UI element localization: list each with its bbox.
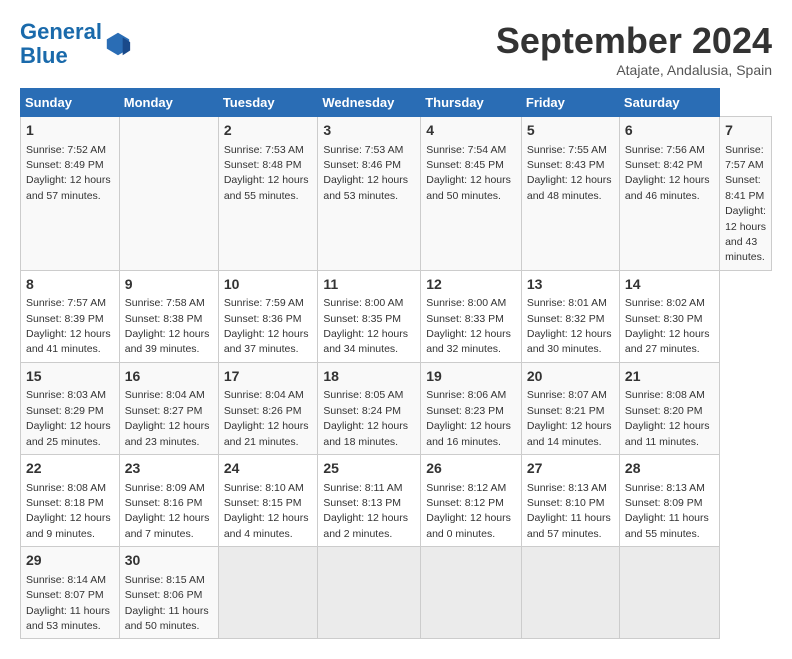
table-row: 20Sunrise: 8:07 AMSunset: 8:21 PMDayligh… <box>521 362 619 454</box>
table-row: 15Sunrise: 8:03 AMSunset: 8:29 PMDayligh… <box>21 362 120 454</box>
table-row: 12Sunrise: 8:00 AMSunset: 8:33 PMDayligh… <box>421 270 522 362</box>
col-friday: Friday <box>521 89 619 117</box>
table-row <box>218 547 318 639</box>
table-row <box>421 547 522 639</box>
col-sunday: Sunday <box>21 89 120 117</box>
table-row: 8Sunrise: 7:57 AMSunset: 8:39 PMDaylight… <box>21 270 120 362</box>
table-row: 19Sunrise: 8:06 AMSunset: 8:23 PMDayligh… <box>421 362 522 454</box>
table-row: 23Sunrise: 8:09 AMSunset: 8:16 PMDayligh… <box>119 455 218 547</box>
table-row <box>619 547 719 639</box>
table-row: 22Sunrise: 8:08 AMSunset: 8:18 PMDayligh… <box>21 455 120 547</box>
location-subtitle: Atajate, Andalusia, Spain <box>496 62 772 78</box>
col-monday: Monday <box>119 89 218 117</box>
calendar-table: Sunday Monday Tuesday Wednesday Thursday… <box>20 88 772 639</box>
calendar-row-5: 29Sunrise: 8:14 AMSunset: 8:07 PMDayligh… <box>21 547 772 639</box>
table-row: 25Sunrise: 8:11 AMSunset: 8:13 PMDayligh… <box>318 455 421 547</box>
col-wednesday: Wednesday <box>318 89 421 117</box>
calendar-row-4: 22Sunrise: 8:08 AMSunset: 8:18 PMDayligh… <box>21 455 772 547</box>
table-row <box>119 117 218 271</box>
table-row: 30Sunrise: 8:15 AMSunset: 8:06 PMDayligh… <box>119 547 218 639</box>
col-saturday: Saturday <box>619 89 719 117</box>
calendar-row-1: 1Sunrise: 7:52 AMSunset: 8:49 PMDaylight… <box>21 117 772 271</box>
table-row: 6Sunrise: 7:56 AMSunset: 8:42 PMDaylight… <box>619 117 719 271</box>
logo-icon <box>104 30 132 58</box>
table-row <box>318 547 421 639</box>
calendar-row-2: 8Sunrise: 7:57 AMSunset: 8:39 PMDaylight… <box>21 270 772 362</box>
table-row: 7Sunrise: 7:57 AMSunset: 8:41 PMDaylight… <box>720 117 772 271</box>
table-row: 26Sunrise: 8:12 AMSunset: 8:12 PMDayligh… <box>421 455 522 547</box>
table-row: 17Sunrise: 8:04 AMSunset: 8:26 PMDayligh… <box>218 362 318 454</box>
table-row <box>521 547 619 639</box>
logo-text: GeneralBlue <box>20 20 102 68</box>
table-row: 14Sunrise: 8:02 AMSunset: 8:30 PMDayligh… <box>619 270 719 362</box>
table-row: 3Sunrise: 7:53 AMSunset: 8:46 PMDaylight… <box>318 117 421 271</box>
table-row: 10Sunrise: 7:59 AMSunset: 8:36 PMDayligh… <box>218 270 318 362</box>
calendar-header-row: Sunday Monday Tuesday Wednesday Thursday… <box>21 89 772 117</box>
table-row: 16Sunrise: 8:04 AMSunset: 8:27 PMDayligh… <box>119 362 218 454</box>
table-row: 29Sunrise: 8:14 AMSunset: 8:07 PMDayligh… <box>21 547 120 639</box>
title-block: September 2024 Atajate, Andalusia, Spain <box>496 20 772 78</box>
table-row: 21Sunrise: 8:08 AMSunset: 8:20 PMDayligh… <box>619 362 719 454</box>
month-title: September 2024 <box>496 20 772 62</box>
page-header: GeneralBlue September 2024 Atajate, Anda… <box>20 20 772 78</box>
table-row: 27Sunrise: 8:13 AMSunset: 8:10 PMDayligh… <box>521 455 619 547</box>
table-row: 5Sunrise: 7:55 AMSunset: 8:43 PMDaylight… <box>521 117 619 271</box>
calendar-row-3: 15Sunrise: 8:03 AMSunset: 8:29 PMDayligh… <box>21 362 772 454</box>
table-row: 18Sunrise: 8:05 AMSunset: 8:24 PMDayligh… <box>318 362 421 454</box>
col-thursday: Thursday <box>421 89 522 117</box>
table-row: 24Sunrise: 8:10 AMSunset: 8:15 PMDayligh… <box>218 455 318 547</box>
table-row: 1Sunrise: 7:52 AMSunset: 8:49 PMDaylight… <box>21 117 120 271</box>
logo: GeneralBlue <box>20 20 132 68</box>
table-row: 2Sunrise: 7:53 AMSunset: 8:48 PMDaylight… <box>218 117 318 271</box>
table-row: 4Sunrise: 7:54 AMSunset: 8:45 PMDaylight… <box>421 117 522 271</box>
col-tuesday: Tuesday <box>218 89 318 117</box>
table-row: 11Sunrise: 8:00 AMSunset: 8:35 PMDayligh… <box>318 270 421 362</box>
table-row: 9Sunrise: 7:58 AMSunset: 8:38 PMDaylight… <box>119 270 218 362</box>
table-row: 28Sunrise: 8:13 AMSunset: 8:09 PMDayligh… <box>619 455 719 547</box>
table-row: 13Sunrise: 8:01 AMSunset: 8:32 PMDayligh… <box>521 270 619 362</box>
